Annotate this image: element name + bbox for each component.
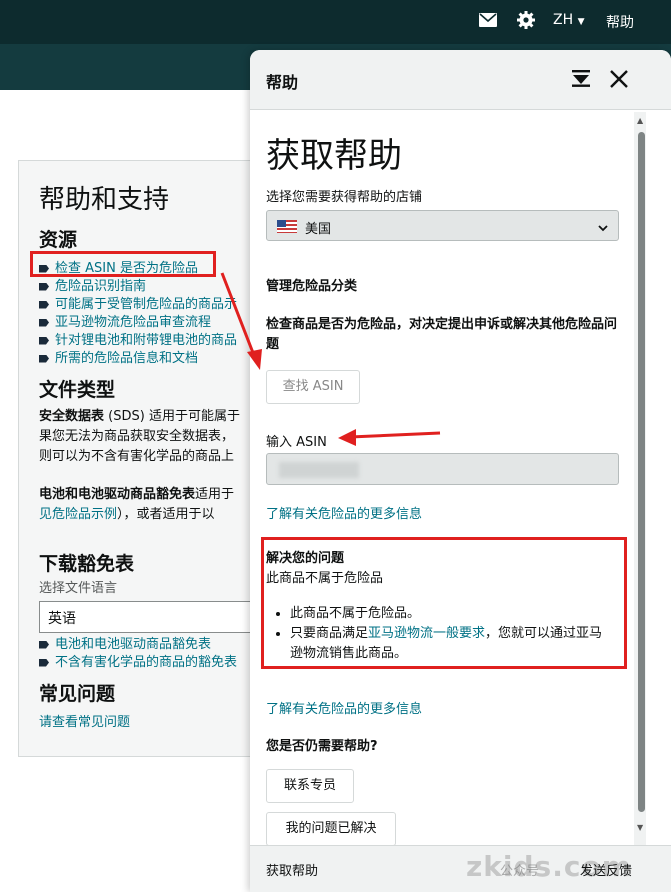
learn-more-link-2[interactable]: 了解有关危险品的更多信息 — [266, 698, 422, 717]
battery-text: 电池和电池驱动商品豁免表适用于 — [39, 487, 235, 502]
resource-link-guide[interactable]: 危险品识别指南 — [39, 275, 146, 294]
help-drawer: 帮助 获取帮助 选择您需要获得帮助的店铺 美国 管理危险品分类 检查商品是否为危… — [250, 50, 671, 892]
resolution-list: 此商品不属于危险品。 只要商品满足亚马逊物流一般要求，您就可以通过亚马逊物流销售… — [290, 604, 610, 664]
tag-icon — [39, 282, 49, 291]
list-item: 只要商品满足亚马逊物流一般要求，您就可以通过亚马逊物流销售此商品。 — [290, 624, 610, 664]
sds-text-line2: 果您无法为商品获取安全数据表， — [39, 429, 235, 444]
resources-heading: 资源 — [39, 229, 78, 251]
gear-icon[interactable] — [516, 10, 536, 35]
asin-input[interactable] — [266, 453, 619, 485]
drawer-header: 帮助 — [250, 50, 671, 110]
learn-more-link[interactable]: 了解有关危险品的更多信息 — [266, 503, 422, 522]
tag-icon — [39, 336, 49, 345]
language-selector[interactable]: ZH ▼ — [553, 12, 585, 28]
store-label: 选择您需要获得帮助的店铺 — [266, 190, 423, 205]
resolve-subtitle: 此商品不属于危险品 — [266, 571, 384, 586]
scroll-up-icon[interactable]: ▲ — [637, 116, 643, 125]
resource-link-examples[interactable]: 可能属于受管制危险品的商品示 — [39, 293, 237, 312]
highlight-box-check-asin — [30, 251, 216, 277]
download-heading: 下载豁免表 — [39, 553, 135, 575]
help-and-support-panel: 帮助和支持 资源 检查 ASIN 是否为危险品 危险品识别指南 可能属于受管制危… — [18, 160, 279, 757]
mail-icon[interactable] — [479, 11, 497, 32]
find-asin-button[interactable]: 查找 ASIN — [266, 370, 360, 404]
check-heading: 检查商品是否为危险品，对决定提出申诉或解决其他危险品问题 — [266, 317, 618, 352]
still-need-help: 您是否仍需要帮助? — [266, 739, 378, 754]
battery-text-line2: 见危险品示例），或者适用于以 — [39, 507, 215, 522]
redacted-asin — [279, 462, 359, 478]
watermark-sub: 公众号 — [500, 864, 540, 879]
caret-down-icon: ▼ — [577, 17, 585, 27]
download-battery-exemption[interactable]: 电池和电池驱动商品豁免表 — [39, 633, 211, 652]
scrollbar-thumb[interactable] — [638, 132, 645, 812]
tag-icon — [39, 300, 49, 309]
close-icon[interactable] — [607, 67, 631, 91]
resource-link-lithium[interactable]: 针对锂电池和附带锂电池的商品 — [39, 329, 237, 348]
store-select[interactable]: 美国 — [266, 210, 619, 241]
minimize-icon[interactable] — [570, 67, 592, 89]
faq-heading: 常见问题 — [39, 683, 116, 705]
drawer-footer: 获取帮助 zkids.com 公众号 发送反馈 — [250, 845, 671, 892]
scroll-down-icon[interactable]: ▼ — [637, 823, 643, 832]
page-title: 帮助和支持 — [39, 185, 170, 215]
resource-link-documents[interactable]: 所需的危险品信息和文档 — [39, 347, 198, 366]
get-help-title: 获取帮助 — [266, 136, 402, 176]
faq-link[interactable]: 请查看常见问题 — [39, 711, 130, 730]
tag-icon — [39, 658, 49, 667]
file-types-heading: 文件类型 — [39, 379, 116, 401]
file-language-select[interactable]: 英语 — [39, 601, 279, 633]
resource-link-review-process[interactable]: 亚马逊物流危险品审查流程 — [39, 311, 211, 330]
us-flag-icon — [277, 220, 297, 233]
resolve-heading: 解决您的问题 — [266, 551, 345, 566]
sds-text-line3: 则可以为不含有害化学品的商品上 — [39, 449, 235, 464]
footer-get-help[interactable]: 获取帮助 — [266, 860, 318, 879]
chevron-down-icon — [597, 219, 609, 232]
select-language-label: 选择文件语言 — [39, 581, 118, 596]
top-navigation-bar: ZH ▼ 帮助 — [0, 0, 671, 44]
store-value: 美国 — [305, 222, 332, 237]
asin-label: 输入 ASIN — [266, 435, 327, 450]
drawer-title: 帮助 — [266, 73, 299, 92]
tag-icon — [39, 354, 49, 363]
examples-link[interactable]: 见危险品示例 — [39, 507, 117, 522]
contact-agent-button[interactable]: 联系专员 — [266, 769, 354, 803]
tag-icon — [39, 318, 49, 327]
footer-send-feedback[interactable]: 发送反馈 — [580, 860, 632, 879]
sds-text: 安全数据表 (SDS) 适用于可能属于 — [39, 409, 240, 424]
tag-icon — [39, 640, 49, 649]
fba-requirements-link[interactable]: 亚马逊物流一般要求 — [368, 626, 485, 641]
manage-heading: 管理危险品分类 — [266, 279, 358, 294]
download-chemical-exemption[interactable]: 不含有害化学品的商品的豁免表 — [39, 651, 237, 670]
list-item: 此商品不属于危险品。 — [290, 604, 610, 624]
language-label: ZH — [553, 12, 574, 28]
issue-resolved-button[interactable]: 我的问题已解决 — [266, 812, 396, 846]
help-link[interactable]: 帮助 — [606, 12, 634, 32]
